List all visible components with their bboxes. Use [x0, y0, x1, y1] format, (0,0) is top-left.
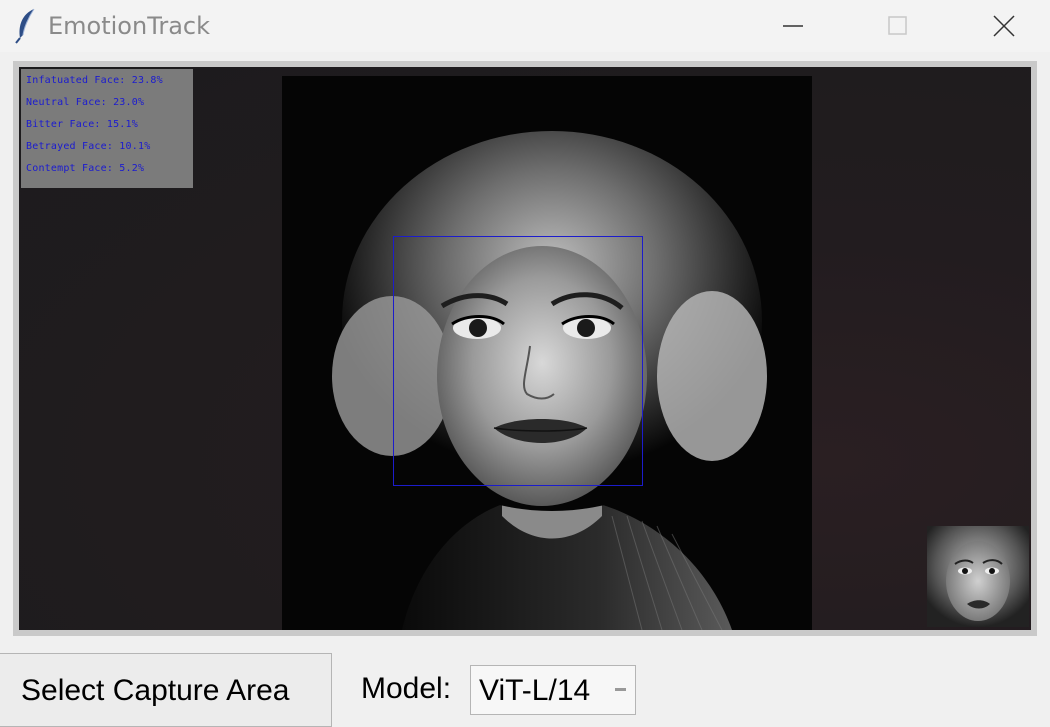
minimize-button[interactable] — [763, 6, 823, 46]
emotion-score: Contempt Face: 5.2% — [26, 163, 145, 174]
maximize-icon — [888, 16, 907, 35]
model-selected-value: ViT-L/14 — [479, 674, 591, 707]
app-window: EmotionTrack Infatuated Face: 23.8% Neut… — [0, 0, 1050, 727]
captured-image — [282, 76, 812, 630]
emotion-score: Betrayed Face: 10.1% — [26, 141, 151, 152]
face-thumbnail-image — [927, 526, 1029, 627]
face-detection-box — [393, 236, 643, 486]
video-display: Infatuated Face: 23.8% Neutral Face: 23.… — [19, 67, 1031, 630]
emotion-score: Infatuated Face: 23.8% — [26, 75, 163, 86]
title-bar[interactable]: EmotionTrack — [0, 0, 1050, 52]
maximize-button[interactable] — [868, 6, 928, 46]
emotion-score: Bitter Face: 15.1% — [26, 119, 138, 130]
emotion-scores-panel: Infatuated Face: 23.8% Neutral Face: 23.… — [21, 69, 193, 188]
close-icon — [993, 15, 1015, 37]
emotion-score: Neutral Face: 23.0% — [26, 97, 145, 108]
model-dropdown[interactable]: ViT-L/14 — [470, 665, 636, 715]
model-label: Model: — [361, 672, 452, 705]
display-frame: Infatuated Face: 23.8% Neutral Face: 23.… — [13, 61, 1037, 636]
feather-icon — [14, 8, 38, 44]
close-button[interactable] — [974, 6, 1034, 46]
minimize-icon — [783, 25, 803, 27]
dropdown-indicator-icon — [615, 688, 626, 691]
window-title: EmotionTrack — [48, 12, 210, 40]
face-thumbnail — [927, 526, 1029, 627]
select-capture-area-button[interactable]: Select Capture Area — [0, 653, 332, 727]
